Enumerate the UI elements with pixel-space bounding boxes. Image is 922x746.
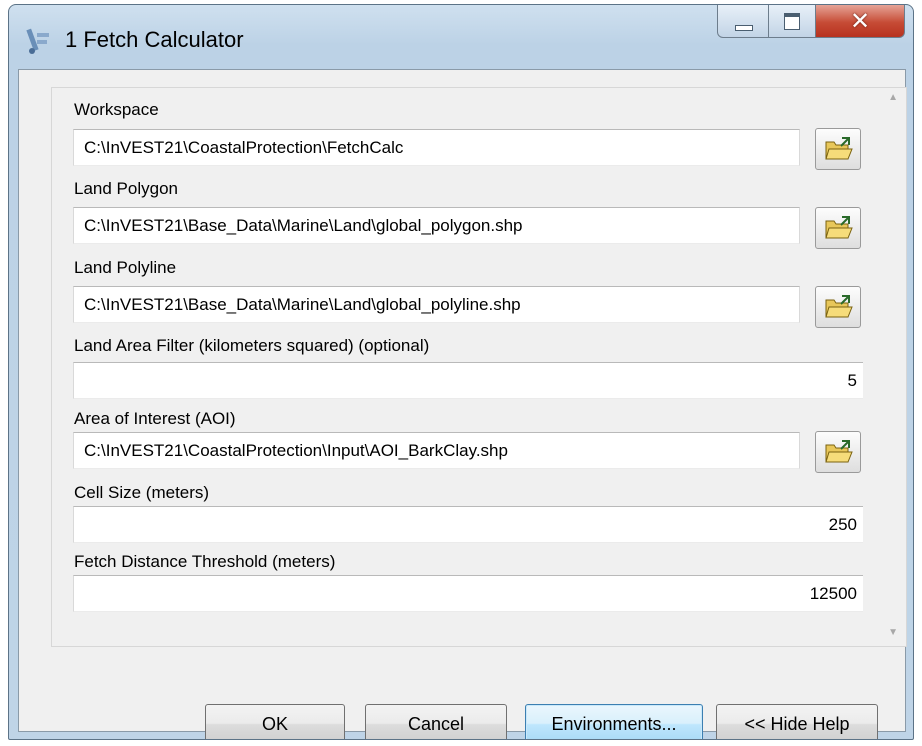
fetch-distance-input[interactable]: 12500 — [73, 575, 863, 612]
workspace-input[interactable]: C:\InVEST21\CoastalProtection\FetchCalc — [73, 129, 800, 166]
land-polygon-browse-button[interactable] — [815, 207, 861, 249]
scroll-up-icon[interactable]: ▲ — [888, 92, 898, 103]
minimize-icon — [735, 25, 753, 31]
open-folder-icon — [825, 295, 853, 318]
fetch-distance-label: Fetch Distance Threshold (meters) — [74, 552, 336, 571]
land-area-filter-input[interactable]: 5 — [73, 362, 863, 399]
dialog-window: 1 Fetch Calculator ✕ ▲ ▼ Workspace C:\In… — [8, 4, 914, 740]
land-polyline-label: Land Polyline — [74, 258, 177, 277]
aoi-label: Area of Interest (AOI) — [74, 409, 236, 428]
cancel-button[interactable]: Cancel — [365, 704, 507, 739]
hide-help-button[interactable]: << Hide Help — [716, 704, 878, 739]
parameters-panel[interactable]: ▲ ▼ Workspace C:\InVEST21\CoastalProtect… — [51, 87, 907, 647]
tool-icon — [26, 27, 52, 55]
cell-size-label: Cell Size (meters) — [74, 483, 210, 502]
maximize-icon — [784, 13, 800, 30]
land-polyline-input[interactable]: C:\InVEST21\Base_Data\Marine\Land\global… — [73, 286, 800, 323]
environments-button[interactable]: Environments... — [525, 704, 703, 739]
maximize-button[interactable] — [768, 5, 816, 38]
window-title: 1 Fetch Calculator — [65, 27, 244, 52]
close-icon: ✕ — [849, 7, 871, 35]
land-polyline-browse-button[interactable] — [815, 286, 861, 328]
open-folder-icon — [825, 137, 853, 160]
minimize-button[interactable] — [717, 5, 769, 38]
title-bar[interactable]: 1 Fetch Calculator ✕ — [9, 5, 913, 69]
open-folder-icon — [825, 216, 853, 239]
aoi-browse-button[interactable] — [815, 431, 861, 473]
land-polygon-input[interactable]: C:\InVEST21\Base_Data\Marine\Land\global… — [73, 207, 800, 244]
dialog-body: ▲ ▼ Workspace C:\InVEST21\CoastalProtect… — [18, 69, 907, 739]
workspace-label: Workspace — [74, 100, 159, 119]
aoi-input[interactable]: C:\InVEST21\CoastalProtection\Input\AOI_… — [73, 432, 800, 469]
scroll-down-icon[interactable]: ▼ — [888, 627, 898, 638]
cell-size-input[interactable]: 250 — [73, 506, 863, 543]
open-folder-icon — [825, 440, 853, 463]
ok-button[interactable]: OK — [205, 704, 345, 739]
close-button[interactable]: ✕ — [815, 5, 905, 38]
land-polygon-label: Land Polygon — [74, 179, 178, 198]
land-area-filter-label: Land Area Filter (kilometers squared) (o… — [74, 336, 430, 355]
workspace-browse-button[interactable] — [815, 128, 861, 170]
